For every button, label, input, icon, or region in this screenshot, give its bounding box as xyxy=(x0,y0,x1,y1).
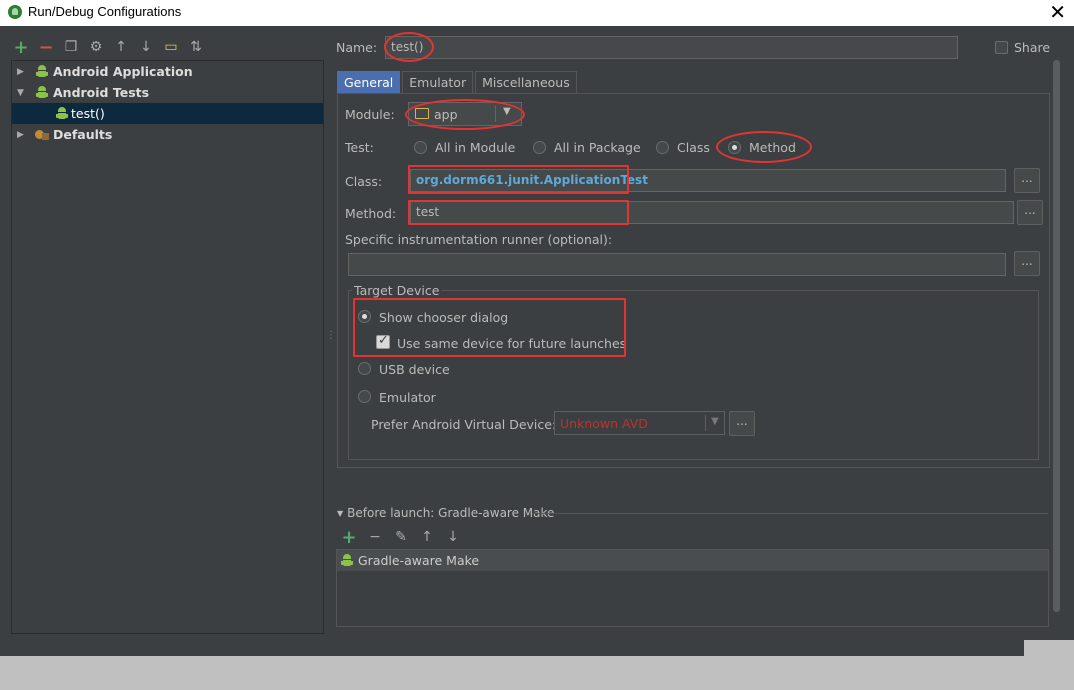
remove-icon[interactable]: − xyxy=(37,37,55,58)
before-launch-task-label: Gradle-aware Make xyxy=(358,553,480,568)
module-select[interactable]: app ▼ xyxy=(408,102,522,126)
method-label: Method: xyxy=(345,206,397,221)
radio-emulator-label[interactable]: Emulator xyxy=(379,390,436,405)
move-up-icon[interactable]: ↑ xyxy=(418,528,436,546)
radio-all-in-package-label[interactable]: All in Package xyxy=(554,140,641,155)
class-browse-button[interactable]: ... xyxy=(1014,168,1040,193)
radio-all-in-module-label[interactable]: All in Module xyxy=(435,140,515,155)
android-studio-icon xyxy=(8,5,22,19)
title-bar: Run/Debug Configurations ✕ xyxy=(0,0,1074,26)
module-folder-icon xyxy=(415,108,429,119)
before-launch-header[interactable]: ▼ Before launch: Gradle-aware Make xyxy=(337,506,554,520)
window-title: Run/Debug Configurations xyxy=(28,4,182,19)
scrollbar[interactable] xyxy=(1053,60,1060,612)
radio-show-chooser-label[interactable]: Show chooser dialog xyxy=(379,310,508,325)
target-device-legend: Target Device xyxy=(352,283,442,298)
bottom-strip xyxy=(0,656,1074,690)
class-label: Class: xyxy=(345,174,383,189)
avd-value: Unknown AVD xyxy=(560,416,648,431)
chevron-down-icon[interactable]: ▼ xyxy=(503,106,511,117)
expand-arrow-icon[interactable]: ▶ xyxy=(17,130,24,140)
before-launch-list: Gradle-aware Make xyxy=(336,549,1049,627)
tree-item-label: Android Tests xyxy=(53,85,150,100)
runner-input[interactable] xyxy=(348,253,1006,276)
bottom-corner xyxy=(1024,640,1074,656)
move-up-icon[interactable]: ↑ xyxy=(112,38,130,56)
avd-select[interactable]: Unknown AVD ▼ xyxy=(554,411,725,435)
radio-usb-device[interactable] xyxy=(358,362,371,375)
expand-arrow-icon[interactable]: ▶ xyxy=(17,67,24,77)
radio-emulator[interactable] xyxy=(358,390,371,403)
android-icon xyxy=(36,86,48,99)
share-label: Share xyxy=(1014,40,1051,55)
radio-all-in-package[interactable] xyxy=(533,141,546,154)
remove-icon[interactable]: − xyxy=(366,528,384,546)
tree-item-label: Android Application xyxy=(53,64,193,79)
avd-label: Prefer Android Virtual Device: xyxy=(371,417,557,432)
same-device-checkbox[interactable] xyxy=(376,333,390,349)
class-input[interactable]: org.dorm661.junit.ApplicationTest xyxy=(410,169,1006,192)
radio-class[interactable] xyxy=(656,141,669,154)
radio-method[interactable] xyxy=(728,141,741,154)
collapse-arrow-icon[interactable]: ▼ xyxy=(337,509,343,518)
name-label: Name: xyxy=(336,40,378,55)
collapse-arrow-icon[interactable]: ▼ xyxy=(17,88,24,98)
android-test-icon xyxy=(56,107,68,120)
tab-general[interactable]: General xyxy=(337,71,401,94)
move-down-icon[interactable]: ↓ xyxy=(137,38,155,56)
config-tabs: General Emulator Miscellaneous xyxy=(337,71,579,94)
method-browse-button[interactable]: ... xyxy=(1017,200,1043,225)
runner-browse-button[interactable]: ... xyxy=(1014,251,1040,276)
module-value: app xyxy=(434,107,458,122)
tree-item-label: Defaults xyxy=(53,127,113,142)
chevron-down-icon[interactable]: ▼ xyxy=(711,416,719,427)
folder-icon[interactable]: ▭ xyxy=(162,38,180,56)
tree-item-label: test() xyxy=(71,106,105,121)
tab-miscellaneous[interactable]: Miscellaneous xyxy=(475,71,577,94)
share-checkbox[interactable] xyxy=(995,41,1008,54)
avd-browse-button[interactable]: ... xyxy=(729,411,755,436)
before-launch-label: Before launch: Gradle-aware Make xyxy=(347,506,555,520)
before-launch-toolbar: + − ✎ ↑ ↓ xyxy=(340,527,462,548)
android-icon xyxy=(36,65,48,78)
same-device-label[interactable]: Use same device for future launches xyxy=(397,336,626,351)
close-icon[interactable]: ✕ xyxy=(1049,0,1066,24)
radio-usb-device-label[interactable]: USB device xyxy=(379,362,450,377)
tree-item-android-application[interactable]: ▶ Android Application xyxy=(12,61,323,82)
wrench-icon[interactable]: ⚙ xyxy=(87,38,105,56)
radio-show-chooser[interactable] xyxy=(358,310,371,323)
configuration-tree[interactable]: ▶ Android Application ▼ Android Tests te… xyxy=(11,60,324,634)
module-label: Module: xyxy=(345,107,395,122)
add-icon[interactable]: + xyxy=(340,527,358,548)
tree-item-test[interactable]: test() xyxy=(12,103,323,124)
radio-method-label[interactable]: Method xyxy=(749,140,796,155)
tree-item-defaults[interactable]: ▶ Defaults xyxy=(12,124,323,145)
list-item[interactable]: Gradle-aware Make xyxy=(337,550,1048,571)
copy-icon[interactable]: ❐ xyxy=(62,38,80,56)
sort-icon[interactable]: ⇅ xyxy=(187,38,205,56)
share-checkbox-group[interactable]: Share xyxy=(995,40,1050,55)
radio-class-label[interactable]: Class xyxy=(677,140,710,155)
defaults-icon xyxy=(35,128,47,141)
tree-item-android-tests[interactable]: ▼ Android Tests xyxy=(12,82,323,103)
test-label: Test: xyxy=(345,140,374,155)
add-icon[interactable]: + xyxy=(12,37,30,58)
tab-emulator[interactable]: Emulator xyxy=(402,71,474,94)
class-value: org.dorm661.junit.ApplicationTest xyxy=(416,173,648,187)
edit-icon[interactable]: ✎ xyxy=(392,528,410,546)
splitter-handle[interactable]: ⋮ xyxy=(326,330,336,341)
move-down-icon[interactable]: ↓ xyxy=(444,528,462,546)
radio-all-in-module[interactable] xyxy=(414,141,427,154)
name-input[interactable]: test() xyxy=(385,36,958,59)
method-input[interactable]: test xyxy=(410,201,1014,224)
config-toolbar: + − ❐ ⚙ ↑ ↓ ▭ ⇅ xyxy=(12,36,205,58)
runner-label: Specific instrumentation runner (optiona… xyxy=(345,232,613,247)
